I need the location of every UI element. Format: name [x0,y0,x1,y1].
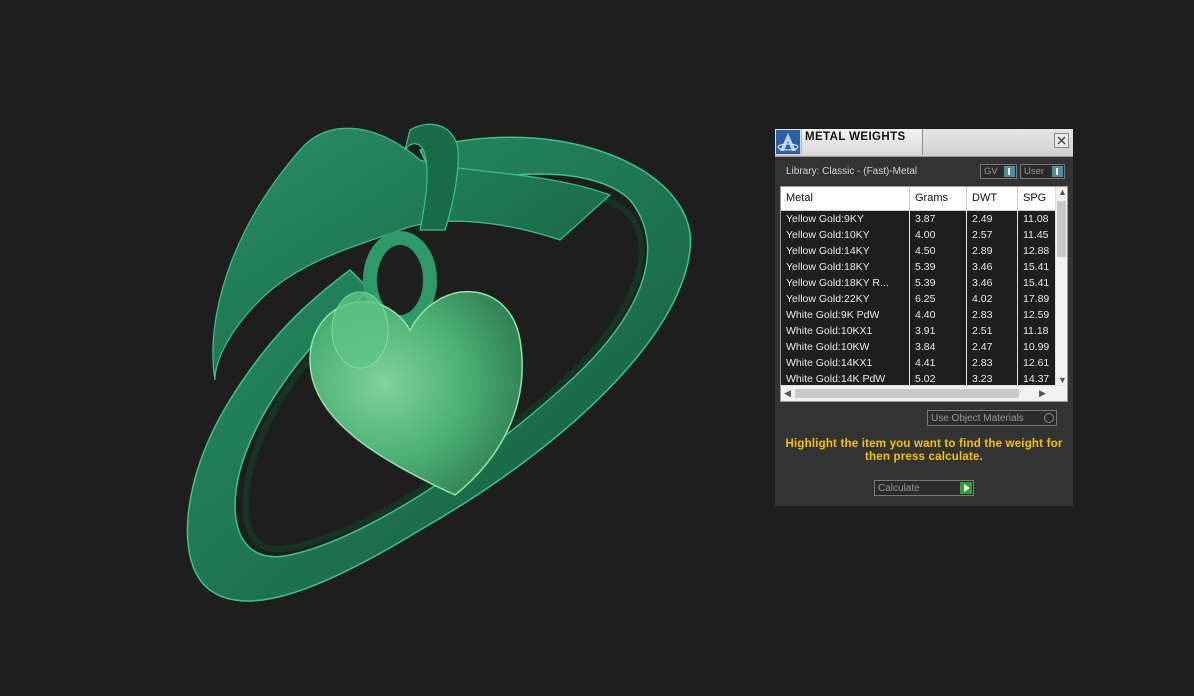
cell-dwt: 3.46 [972,261,993,273]
panel-title: METAL WEIGHTS [805,131,906,143]
cell-metal: Yellow Gold:22KY [786,293,870,305]
cell-grams: 3.84 [915,341,936,353]
table-row[interactable]: Yellow Gold:18KY R... 5.39 3.46 15.41 [781,275,1057,291]
calculate-label: Calculate [878,483,920,494]
cell-spg: 12.59 [1023,309,1050,321]
gv-toggle-icon[interactable] [1004,166,1015,177]
horizontal-scrollbar[interactable]: ◀ ▶ [781,385,1067,401]
cell-grams: 4.41 [915,357,936,369]
metal-weights-table[interactable]: Metal Grams DWT SPG Yellow Gold:9KY 3.87 2… [780,186,1068,402]
column-header-grams[interactable]: Grams [915,192,948,204]
cell-grams: 5.39 [915,277,936,289]
panel-titlebar[interactable]: METAL WEIGHTS [775,129,1073,157]
play-icon[interactable] [960,482,972,494]
cell-dwt: 2.57 [972,229,993,241]
user-toggle-icon[interactable] [1052,166,1063,177]
cell-metal: White Gold:9K PdW [786,309,880,321]
ring-render [186,123,692,602]
cell-dwt: 2.49 [972,213,993,225]
calculate-button[interactable]: Calculate [874,480,974,496]
vertical-scrollbar[interactable]: ▲ ▼ [1055,187,1067,386]
table-row[interactable]: White Gold:14KX1 4.41 2.83 12.61 [781,355,1057,371]
table-row[interactable]: White Gold:9K PdW 4.40 2.83 12.59 [781,307,1057,323]
table-row[interactable]: Yellow Gold:10KY 4.00 2.57 11.45 [781,227,1057,243]
cell-dwt: 2.47 [972,341,993,353]
material-source-dropdown[interactable]: Use Object Materials [927,410,1057,426]
cell-metal: White Gold:10KX1 [786,325,873,337]
cell-spg: 11.08 [1023,213,1049,225]
cell-metal: White Gold:10KW [786,341,870,353]
cell-dwt: 3.46 [972,277,993,289]
material-source-value: Use Object Materials [931,413,1024,424]
cell-dwt: 2.83 [972,309,993,321]
cell-metal: Yellow Gold:14KY [786,245,870,257]
cell-dwt: 4.02 [972,293,993,305]
cell-dwt: 3.23 [972,373,993,385]
cell-grams: 5.39 [915,261,936,273]
dropdown-knob-icon[interactable] [1044,413,1054,423]
3d-viewport[interactable] [0,0,760,696]
cell-spg: 11.18 [1023,325,1049,337]
cell-spg: 17.89 [1023,293,1050,305]
cell-metal: Yellow Gold:18KY R... [786,277,889,289]
column-header-spg[interactable]: SPG [1023,192,1046,204]
scroll-up-icon[interactable]: ▲ [1058,187,1067,197]
table-row[interactable]: Yellow Gold:22KY 6.25 4.02 17.89 [781,291,1057,307]
cell-dwt: 2.89 [972,245,993,257]
cell-grams: 6.25 [915,293,936,305]
cell-spg: 15.41 [1023,261,1050,273]
cell-grams: 5.02 [915,373,936,385]
cell-dwt: 2.51 [972,325,993,337]
user-label: User [1024,166,1045,177]
library-label: Library: Classic - (Fast)-Metal [786,166,918,177]
cell-spg: 12.88 [1023,245,1050,257]
table-body: Yellow Gold:9KY 3.87 2.49 11.08 Yellow Gold:… [781,211,1057,387]
cell-metal: Yellow Gold:18KY [786,261,870,273]
table-row[interactable]: White Gold:10KW 3.84 2.47 10.99 [781,339,1057,355]
scroll-right-icon[interactable]: ▶ [1039,388,1046,399]
cell-spg: 11.45 [1023,229,1049,241]
instruction-text: Highlight the item you want to find the … [785,438,1063,463]
table-row[interactable]: Yellow Gold:18KY 5.39 3.46 15.41 [781,259,1057,275]
cell-grams: 4.40 [915,309,936,321]
cell-metal: Yellow Gold:9KY [786,213,864,225]
vertical-scroll-thumb[interactable] [1057,201,1066,257]
table-row[interactable]: Yellow Gold:9KY 3.87 2.49 11.08 [781,211,1057,227]
table-header: Metal Grams DWT SPG [781,187,1057,211]
gv-label: GV [984,166,998,177]
cell-dwt: 2.83 [972,357,993,369]
cell-grams: 4.50 [915,245,936,257]
user-selector[interactable]: User [1020,164,1065,179]
scroll-left-icon[interactable]: ◀ [784,388,791,399]
cell-grams: 4.00 [915,229,936,241]
table-row[interactable]: Yellow Gold:14KY 4.50 2.89 12.88 [781,243,1057,259]
cell-spg: 10.99 [1023,341,1050,353]
app-logo-icon [776,130,800,154]
column-header-dwt[interactable]: DWT [972,192,997,204]
cell-metal: White Gold:14K PdW [786,373,886,385]
gv-selector[interactable]: GV [980,164,1017,179]
close-icon [1057,136,1066,145]
cell-spg: 14.37 [1023,373,1050,385]
cell-grams: 3.87 [915,213,936,225]
horizontal-scroll-thumb[interactable] [795,389,1019,398]
close-button[interactable] [1054,133,1069,148]
cell-grams: 3.91 [915,325,936,337]
metal-weights-panel: METAL WEIGHTS Library: Classic - (Fast)-… [774,128,1074,507]
cell-spg: 15.41 [1023,277,1050,289]
scroll-down-icon[interactable]: ▼ [1058,375,1067,385]
column-header-metal[interactable]: Metal [786,192,813,204]
cell-spg: 12.61 [1023,357,1050,369]
cell-metal: Yellow Gold:10KY [786,229,870,241]
cell-metal: White Gold:14KX1 [786,357,873,369]
table-row[interactable]: White Gold:10KX1 3.91 2.51 11.18 [781,323,1057,339]
